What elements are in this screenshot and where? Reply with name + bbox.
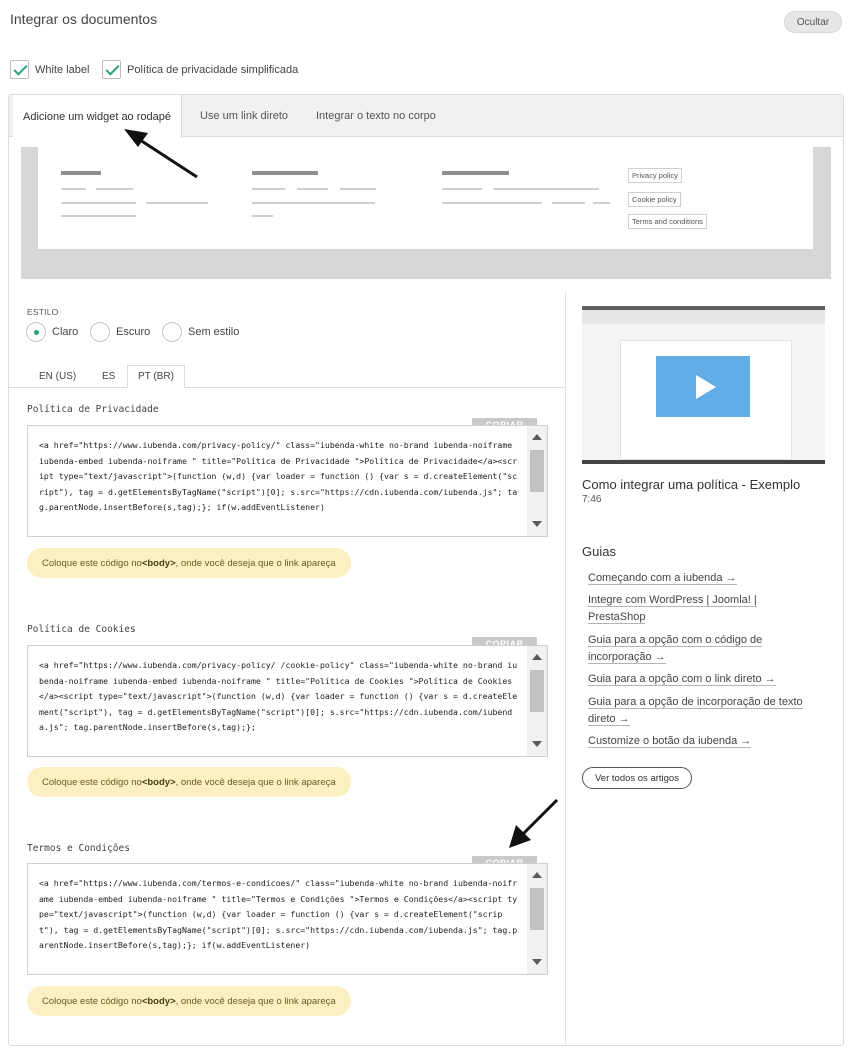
- guide-link-getting-started[interactable]: Começando com a iubenda →: [588, 570, 813, 587]
- tab-direct-link[interactable]: Use um link direto: [190, 95, 298, 137]
- hint-text: Coloque este código no: [42, 776, 142, 788]
- video-duration: 7:46: [582, 494, 602, 505]
- hint-text: Coloque este código no: [42, 557, 142, 569]
- video-browser-bar: [582, 310, 825, 324]
- scroll-thumb[interactable]: [530, 670, 544, 712]
- tab-embed-text[interactable]: Integrar o texto no corpo: [306, 95, 446, 137]
- cookie-code[interactable]: <a href="https://www.iubenda.com/privacy…: [39, 658, 521, 736]
- guide-link-direct-link[interactable]: Guia para a opção com o link direto →: [588, 671, 813, 688]
- preview-cookie-link: Cookie policy: [628, 192, 681, 207]
- scroll-down-icon[interactable]: [532, 959, 542, 965]
- guides-title: Guias: [582, 544, 616, 559]
- privacy-code-scrollbar[interactable]: [527, 426, 547, 536]
- privacy-code[interactable]: <a href="https://www.iubenda.com/privacy…: [39, 438, 521, 516]
- guide-link-text[interactable]: Guia para a opção de incorporação de tex…: [588, 696, 803, 726]
- guide-link-customize[interactable]: Customize o botão da iubenda →: [588, 733, 813, 750]
- scroll-thumb[interactable]: [530, 888, 544, 930]
- video-title[interactable]: Como integrar uma política - Exemplo: [582, 477, 800, 492]
- guide-link-text[interactable]: Começando com a iubenda →: [588, 572, 737, 585]
- lang-tab-es[interactable]: ES: [92, 365, 125, 388]
- radio-dark[interactable]: [90, 322, 110, 342]
- hint-tag: <body>: [141, 776, 176, 788]
- guide-link-text[interactable]: Customize o botão da iubenda →: [588, 735, 752, 748]
- simplified-policy-checkbox[interactable]: [102, 60, 121, 79]
- privacy-hint: Coloque este código no <body> , onde voc…: [27, 548, 351, 578]
- cookie-hint: Coloque este código no <body> , onde voc…: [27, 767, 351, 797]
- guide-link-integrations[interactable]: Integre com WordPress | Joomla! | Presta…: [588, 592, 813, 626]
- white-label-option[interactable]: White label: [10, 60, 89, 79]
- hint-text: , onde você deseja que o link apareça: [175, 557, 336, 569]
- style-option-none[interactable]: Sem estilo: [162, 322, 239, 342]
- hint-tag: <body>: [141, 557, 176, 569]
- simplified-policy-option[interactable]: Política de privacidade simplificada: [102, 60, 298, 79]
- cookie-section-title: Política de Cookies: [27, 624, 136, 635]
- style-option-dark[interactable]: Escuro: [90, 322, 150, 342]
- play-icon[interactable]: [656, 356, 750, 417]
- hint-tag: <body>: [141, 995, 176, 1007]
- tab-footer-widget[interactable]: Adicione um widget ao rodapé: [13, 95, 182, 138]
- scroll-thumb[interactable]: [530, 450, 544, 492]
- guide-link-text[interactable]: Guia para a opção com o link direto →: [588, 673, 776, 686]
- page-title: Integrar os documentos: [10, 11, 158, 27]
- scroll-up-icon[interactable]: [532, 434, 542, 440]
- hide-button[interactable]: Ocultar: [784, 11, 842, 33]
- radio-light[interactable]: [26, 322, 46, 342]
- scroll-down-icon[interactable]: [532, 521, 542, 527]
- cookie-code-scrollbar[interactable]: [527, 646, 547, 756]
- guide-link-embed-code[interactable]: Guia para a opção com o código de incorp…: [588, 632, 813, 666]
- white-label-label: White label: [35, 63, 90, 76]
- video-thumbnail[interactable]: [582, 306, 825, 464]
- terms-code-box[interactable]: <a href="https://www.iubenda.com/termos-…: [27, 863, 548, 975]
- integration-tabs: Adicione um widget ao rodapé Use um link…: [9, 95, 843, 138]
- style-option-none-label: Sem estilo: [188, 326, 240, 338]
- lang-tab-pt[interactable]: PT (BR): [127, 365, 185, 388]
- guide-link-text-embed[interactable]: Guia para a opção de incorporação de tex…: [588, 694, 813, 728]
- scroll-up-icon[interactable]: [532, 872, 542, 878]
- preview-terms-link: Terms and conditions: [628, 214, 707, 229]
- guide-link-text[interactable]: Guia para a opção com o código de incorp…: [588, 634, 763, 664]
- privacy-section-title: Política de Privacidade: [27, 404, 159, 415]
- scroll-down-icon[interactable]: [532, 741, 542, 747]
- footer-preview: Privacy policy Cookie policy Terms and c…: [21, 147, 831, 279]
- terms-hint: Coloque este código no <body> , onde voc…: [27, 986, 351, 1016]
- scroll-up-icon[interactable]: [532, 654, 542, 660]
- view-all-articles-button[interactable]: Ver todos os artigos: [582, 767, 692, 789]
- hint-text: Coloque este código no: [42, 995, 142, 1007]
- style-option-light-label: Claro: [52, 326, 79, 338]
- hint-text: , onde você deseja que o link apareça: [175, 776, 336, 788]
- white-label-checkbox[interactable]: [10, 60, 29, 79]
- style-label: ESTILO: [27, 307, 59, 317]
- simplified-policy-label: Política de privacidade simplificada: [127, 63, 299, 76]
- style-option-light[interactable]: Claro: [26, 322, 78, 342]
- hint-text: , onde você deseja que o link apareça: [175, 995, 336, 1007]
- terms-section-title: Termos e Condições: [27, 843, 130, 854]
- guide-link-text[interactable]: Integre com WordPress | Joomla! | Presta…: [588, 594, 757, 624]
- terms-code-scrollbar[interactable]: [527, 864, 547, 974]
- style-option-dark-label: Escuro: [116, 326, 151, 338]
- cookie-code-box[interactable]: <a href="https://www.iubenda.com/privacy…: [27, 645, 548, 757]
- preview-privacy-link: Privacy policy: [628, 168, 682, 183]
- terms-code[interactable]: <a href="https://www.iubenda.com/termos-…: [39, 876, 521, 954]
- lang-tab-en[interactable]: EN (US): [29, 365, 86, 388]
- radio-none[interactable]: [162, 322, 182, 342]
- column-divider: [565, 291, 566, 1045]
- privacy-code-box[interactable]: <a href="https://www.iubenda.com/privacy…: [27, 425, 548, 537]
- footer-preview-card: Privacy policy Cookie policy Terms and c…: [38, 147, 813, 249]
